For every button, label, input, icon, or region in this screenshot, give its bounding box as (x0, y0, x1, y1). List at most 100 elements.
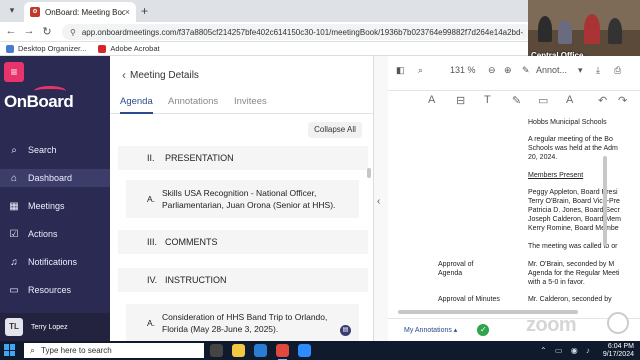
sidebar-item-actions[interactable]: ☑ Actions (0, 225, 110, 243)
document-viewer: ◧ ⌕ 131 % ⊖ ⊕ ✎ Annot... ▾ ⤓ ⎙ A ⊟ T ✎ ▭… (388, 56, 640, 341)
panel-splitter[interactable]: ‹ (373, 56, 388, 341)
taskbar-search-placeholder: Type here to search (41, 346, 112, 355)
pdf-text: with a 5-0 in favor. (528, 279, 585, 286)
tab-annotations[interactable]: Annotations (168, 96, 218, 112)
file-explorer-icon[interactable] (232, 344, 245, 357)
tab-invitees[interactable]: Invitees (234, 96, 267, 112)
bookmark-icon (6, 44, 14, 53)
pdf-heading: Members Present (528, 172, 584, 179)
viewer-footer: My Annotations ▴ ✓ (388, 318, 640, 341)
app-sidebar: ≡ OnBoard ⌕ Search ⌂ Dashboard ▦ Meeting… (0, 56, 110, 341)
pdf-text: Joseph Calderon, Board Mem (528, 216, 621, 223)
sidebar-item-dashboard[interactable]: ⌂ Dashboard (0, 169, 110, 187)
highlight-icon[interactable]: ⊟ (456, 94, 465, 107)
comment-icon[interactable]: ▭ (538, 94, 548, 107)
user-profile[interactable]: TL Terry Lopez (0, 313, 110, 341)
sidebar-item-search[interactable]: ⌕ Search (0, 141, 110, 159)
site-info-icon[interactable]: ⚲ (70, 28, 76, 37)
back-to-meeting-button[interactable]: ‹ Meeting Details (122, 68, 199, 82)
agenda-section-presentation[interactable]: II. PRESENTATION (118, 146, 368, 170)
sidebar-item-notifications[interactable]: ♫ Notifications (0, 253, 110, 271)
sidebar-item-label: Actions (28, 229, 58, 239)
sidebar-item-label: Resources (28, 285, 72, 295)
task-view-icon[interactable] (210, 344, 223, 357)
annotations-dropdown[interactable]: Annot... (536, 65, 567, 75)
meeting-details-panel: ‹ Meeting Details Agenda Annotations Inv… (110, 56, 373, 341)
checkmark-icon[interactable]: ✓ (477, 324, 490, 336)
windows-start-icon[interactable] (4, 344, 16, 356)
viewer-toolbar: ◧ ⌕ 131 % ⊖ ⊕ ✎ Annot... ▾ ⤓ ⎙ (388, 56, 640, 91)
tab-title: OnBoard: Meeting Book (45, 7, 125, 17)
tab-search-icon[interactable]: ▾ (6, 5, 18, 17)
document-icon[interactable]: ▤ (340, 325, 351, 336)
sidebar-toggle-icon[interactable]: ◧ (396, 65, 405, 76)
agenda-item-skills-usa[interactable]: A. Skills USA Recognition - National Off… (126, 180, 359, 218)
windows-taskbar: ⌕ Type here to search ⌃ ▭ ◉ ♪ 6:04 PM 9/… (0, 341, 640, 360)
forward-arrow-icon[interactable]: → (22, 25, 36, 37)
sidebar-item-resources[interactable]: ▭ Resources (0, 281, 110, 299)
reload-icon[interactable]: ↻ (40, 25, 54, 38)
home-icon: ⌂ (10, 172, 18, 184)
zoom-video-icon[interactable] (607, 312, 629, 334)
chrome-icon[interactable] (276, 344, 289, 360)
tab-agenda[interactable]: Agenda (120, 96, 153, 114)
edge-icon[interactable] (254, 344, 267, 357)
zoom-level[interactable]: 131 % (450, 65, 476, 75)
zoom-out-icon[interactable]: ⊖ (488, 65, 496, 76)
pdf-vertical-scrollbar[interactable] (603, 156, 607, 246)
agenda-item-band-trip[interactable]: A. Consideration of HHS Band Trip to Orl… (126, 304, 359, 341)
collapse-panel-icon[interactable]: ‹ (377, 196, 380, 207)
sidebar-item-label: Dashboard (28, 173, 73, 183)
chevron-left-icon: ‹ (122, 68, 126, 82)
section-number: II. (147, 153, 155, 163)
person-figure (538, 16, 552, 42)
pdf-text: 20, 2024. (528, 154, 558, 161)
pencil-icon[interactable]: ✎ (512, 94, 521, 107)
clock-date: 9/17/2024 (602, 351, 634, 358)
panel-title: Meeting Details (130, 69, 199, 81)
bookmark-adobe-acrobat[interactable]: Adobe Acrobat (98, 44, 160, 53)
url-bar[interactable]: ⚲ app.onboardmeetings.com/f37a8805cf2142… (62, 24, 532, 40)
bookmark-desktop-organizer[interactable]: Desktop Organizer... (6, 44, 86, 53)
search-icon: ⌕ (30, 345, 36, 355)
new-tab-button[interactable]: + (141, 4, 148, 18)
zoom-app-icon[interactable] (298, 344, 311, 357)
annotation-toolbar: A ⊟ T ✎ ▭ A ↶ ↷ (388, 91, 640, 113)
zoom-participant-video[interactable]: Central Office... (528, 0, 640, 62)
print-icon[interactable]: ⎙ (614, 65, 621, 76)
zoom-in-icon[interactable]: ⊕ (504, 65, 512, 76)
agenda-section-instruction[interactable]: IV. INSTRUCTION (118, 268, 368, 292)
taskbar-search[interactable]: ⌕ Type here to search (24, 343, 204, 358)
text-tool-icon[interactable]: T (484, 94, 491, 106)
acrobat-icon (98, 44, 107, 53)
menu-icon[interactable]: ≡ (4, 62, 24, 82)
sidebar-item-meetings[interactable]: ▦ Meetings (0, 197, 110, 215)
text-color-icon[interactable]: A (428, 94, 435, 106)
download-icon[interactable]: ⤓ (596, 65, 600, 76)
sidebar-item-label: Meetings (28, 201, 65, 211)
clock-time: 6:04 PM (607, 343, 634, 350)
agenda-section-comments[interactable]: III. COMMENTS (118, 230, 368, 254)
clock[interactable]: 6:04 PM 9/17/2024 (603, 343, 634, 359)
collapse-all-button[interactable]: Collapse All (308, 122, 362, 138)
pdf-text: Mr. O'Brain, seconded by M (528, 261, 615, 268)
pen-icon[interactable]: ✎ (522, 65, 530, 76)
tab-close-icon[interactable]: × (125, 7, 130, 17)
my-annotations-toggle[interactable]: My Annotations ▴ (404, 326, 457, 334)
chevron-down-icon[interactable]: ▾ (578, 65, 583, 76)
search-icon[interactable]: ⌕ (418, 65, 423, 76)
search-icon: ⌕ (11, 144, 17, 156)
redo-icon[interactable]: ↷ (618, 94, 627, 107)
back-arrow-icon[interactable]: ← (4, 25, 18, 37)
avatar: TL (5, 318, 23, 336)
underline-icon[interactable]: A (566, 94, 573, 106)
person-figure (584, 14, 600, 44)
browser-tab[interactable]: o OnBoard: Meeting Book × (24, 2, 136, 22)
pdf-text: Hobbs Municipal Schools (528, 119, 607, 126)
agenda-scrollbar[interactable] (367, 168, 371, 178)
section-number: IV. (147, 275, 158, 285)
pdf-text: Approval of Minutes (438, 296, 500, 303)
sidebar-item-label: Search (28, 145, 57, 155)
system-tray-icons[interactable]: ⌃ ▭ ◉ ♪ (540, 346, 593, 355)
undo-icon[interactable]: ↶ (598, 94, 607, 107)
